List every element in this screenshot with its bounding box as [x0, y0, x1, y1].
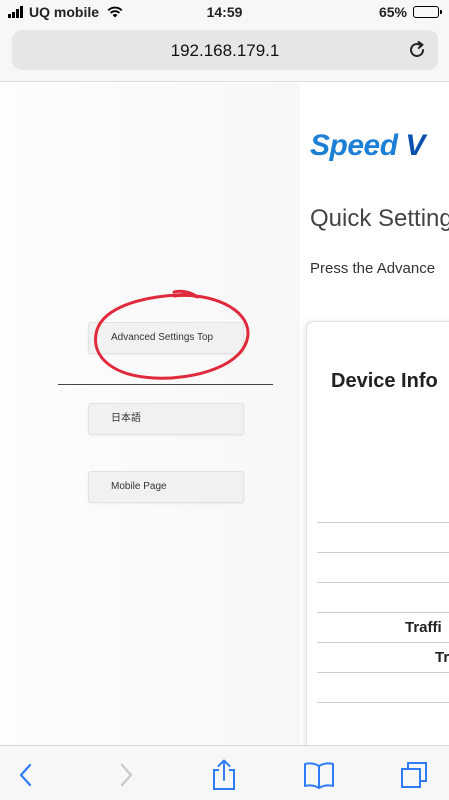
chevron-left-icon [19, 763, 32, 787]
browser-toolbar [0, 745, 449, 800]
battery-icon [413, 6, 442, 18]
instruction-text: Press the Advance [310, 260, 436, 277]
table-row-divider [317, 702, 449, 703]
logo-text-v: V [405, 129, 425, 162]
device-info-title: Device Info [331, 370, 438, 392]
table-row-divider [317, 582, 449, 583]
mobile-page-button[interactable]: Mobile Page [88, 471, 244, 503]
share-button[interactable] [207, 758, 241, 792]
reload-icon[interactable] [406, 39, 428, 61]
web-page: Advanced Settings Top 日本語 Mobile Page Sp… [0, 83, 449, 745]
battery-percent: 65% [378, 4, 407, 20]
share-icon [213, 759, 235, 790]
table-row-divider [317, 552, 449, 553]
table-row-divider [317, 672, 449, 673]
traffic-label: Traffi [405, 619, 442, 636]
browser-address-area: 192.168.179.1 [0, 26, 449, 82]
sidebar: Advanced Settings Top 日本語 Mobile Page [0, 83, 300, 745]
bookmarks-button[interactable] [302, 758, 336, 792]
url-text: 192.168.179.1 [170, 41, 280, 60]
back-button[interactable] [9, 758, 43, 792]
forward-button[interactable] [109, 758, 143, 792]
device-info-card: Device Info Traffi Tr [306, 321, 449, 745]
main-content: Speed V Quick Setting Press the Advance … [300, 83, 449, 745]
table-row-divider [317, 612, 449, 613]
logo-text-speed: Speed [310, 129, 406, 162]
traffic-label-2: Tr [435, 649, 449, 666]
bookmarks-book-icon [304, 762, 334, 789]
battery-group: 65% [378, 4, 442, 20]
advanced-settings-top-button[interactable]: Advanced Settings Top [88, 322, 244, 354]
sidebar-divider [58, 384, 273, 385]
tabs-icon [401, 762, 427, 788]
status-bar: UQ mobile 14:59 65% [0, 0, 449, 26]
chevron-right-icon [120, 763, 133, 787]
japanese-language-button[interactable]: 日本語 [88, 403, 244, 435]
page-title: Quick Setting [310, 205, 449, 232]
table-row-divider [317, 522, 449, 523]
speedwifi-logo: Speed V [310, 129, 425, 163]
address-bar[interactable]: 192.168.179.1 [12, 30, 438, 70]
tabs-button[interactable] [397, 758, 431, 792]
table-row-divider [317, 642, 449, 643]
